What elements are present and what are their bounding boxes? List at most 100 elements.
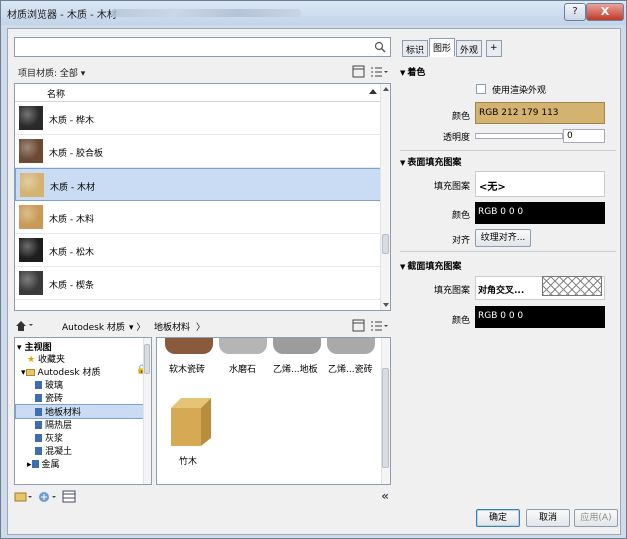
material-row[interactable]: 木质 - 木料 <box>15 201 381 234</box>
tree-item-label: 金属 <box>41 460 60 470</box>
panel-toggle-icon[interactable] <box>352 65 365 78</box>
open-library-icon[interactable] <box>14 490 36 503</box>
transparency-value: 0 <box>567 131 573 141</box>
tree-item-glass[interactable]: 玻璃 <box>35 378 63 391</box>
gallery-scrollbar-thumb[interactable] <box>382 368 389 468</box>
tile-vinyl-tile-swatch[interactable] <box>327 338 375 354</box>
surface-header-label: 表面填充图案 <box>407 158 462 168</box>
material-name: 木质 - 楔条 <box>49 281 94 291</box>
shading-section-header[interactable]: 着色 <box>400 65 425 78</box>
list-scrollbar[interactable] <box>380 84 390 310</box>
tree-item-label: 玻璃 <box>45 381 64 391</box>
material-row[interactable]: 木质 - 桦木 <box>15 102 381 135</box>
library-toolbar: « <box>14 489 391 505</box>
library-view-options-icon[interactable] <box>370 319 390 332</box>
surface-pattern-section-header[interactable]: 表面填充图案 <box>400 155 461 168</box>
material-thumbnail <box>19 139 43 163</box>
search-input[interactable] <box>14 37 391 57</box>
tree-item-insulation[interactable]: 隔热层 <box>35 418 72 431</box>
material-row[interactable]: 木质 - 楔条 <box>15 267 381 300</box>
category-icon <box>35 447 42 455</box>
material-thumbnail <box>19 106 43 130</box>
library-panel-toggle-icon[interactable] <box>352 319 365 332</box>
create-material-icon[interactable] <box>38 490 60 503</box>
tile-cork-swatch[interactable] <box>165 338 213 354</box>
collapse-panel-icon[interactable]: « <box>381 489 389 503</box>
breadcrumb-end-icon: 〉 <box>196 323 206 333</box>
material-row[interactable]: 木质 - 木材 <box>15 168 381 201</box>
library-tree: ▾ 主视图 ★ 收藏夹 ▾ Autodesk 材质 🔒 玻璃 瓷砖 地板材料 隔热层… <box>14 337 152 485</box>
material-thumbnail <box>19 271 43 295</box>
tab-graphics[interactable]: 图形 <box>429 38 456 57</box>
tree-item-label: 地板材料 <box>45 408 82 418</box>
cancel-button[interactable]: 取消 <box>526 509 570 527</box>
cut-color-swatch[interactable]: RGB 0 0 0 <box>475 306 605 328</box>
scrollbar-thumb[interactable] <box>382 234 389 254</box>
home-icon[interactable] <box>14 319 36 332</box>
tree-scrollbar[interactable] <box>143 338 151 484</box>
project-materials-filter[interactable]: 项目材质: 全部 ▾ <box>18 66 85 79</box>
material-thumbnail <box>19 205 43 229</box>
tree-item-label: 灰浆 <box>45 434 64 444</box>
tree-item-floor-materials[interactable]: 地板材料 <box>15 404 151 419</box>
project-materials-filter-bar: 项目材质: 全部 ▾ <box>14 63 391 81</box>
tile-label-vinyl-floor: 乙烯...地板 <box>273 365 318 375</box>
tile-terrazzo-swatch[interactable] <box>219 338 267 354</box>
shading-header-label: 着色 <box>407 68 426 78</box>
texture-alignment-button[interactable]: 纹理对齐... <box>475 229 531 247</box>
property-tabs: 标识 图形 外观 + <box>400 37 620 57</box>
surface-pattern-value: <无> <box>479 182 506 193</box>
tree-favorites[interactable]: ★ 收藏夹 <box>27 352 65 365</box>
window-title: 材质浏览器 - 木质 - 木材 <box>7 10 117 21</box>
ok-button[interactable]: 确定 <box>476 509 520 527</box>
surface-color-label: 颜色 <box>451 211 470 221</box>
tree-autodesk-materials[interactable]: ▾ Autodesk 材质 🔒 <box>21 365 149 378</box>
tree-item-tile[interactable]: 瓷砖 <box>35 391 63 404</box>
category-icon <box>35 381 42 389</box>
tree-item-concrete[interactable]: 混凝土 <box>35 444 72 457</box>
category-icon <box>35 421 42 429</box>
tab-appearance[interactable]: 外观 <box>456 40 483 57</box>
tree-item-metal[interactable]: ▸ 金属 <box>27 457 60 470</box>
sort-ascending-icon <box>369 89 377 94</box>
breadcrumb-autodesk-materials[interactable]: Autodesk 材质 <box>62 320 125 333</box>
tree-item-label: 隔热层 <box>45 421 73 431</box>
gallery-scrollbar[interactable] <box>381 338 390 484</box>
tile-vinyl-floor-swatch[interactable] <box>273 338 321 354</box>
help-button[interactable]: ? <box>564 3 586 21</box>
use-render-appearance-checkbox[interactable] <box>476 84 486 94</box>
tile-bamboo-swatch[interactable] <box>167 394 213 448</box>
view-options-icon[interactable] <box>370 65 390 78</box>
material-row[interactable]: 木质 - 松木 <box>15 234 381 267</box>
tree-item-label: 瓷砖 <box>45 394 64 404</box>
apply-button[interactable]: 应用(A) <box>574 509 618 527</box>
cut-header-label: 截面填充图案 <box>407 262 462 272</box>
search-icon[interactable] <box>374 41 386 53</box>
category-icon <box>31 460 39 468</box>
breadcrumb-floor-materials[interactable]: 地板材料 <box>154 320 190 333</box>
material-browser-window: 材质浏览器 - 木质 - 木材 ? X 项目材质: 全部 ▾ 名称 木质 - 桦… <box>0 0 627 539</box>
transparency-input[interactable]: 0 <box>563 129 605 143</box>
shading-color-swatch[interactable]: RGB 212 179 113 <box>475 102 605 124</box>
material-row[interactable]: 木质 - 胶合板 <box>15 135 381 168</box>
scroll-down-icon[interactable] <box>383 303 389 307</box>
dialog-client-area: 项目材质: 全部 ▾ 名称 木质 - 桦木 木质 - 胶合板 木质 - 木材 木质 -… <box>7 28 621 535</box>
scroll-up-icon[interactable] <box>383 87 389 91</box>
tree-favorites-label: 收藏夹 <box>37 355 65 365</box>
tree-item-mortar[interactable]: 灰浆 <box>35 431 63 444</box>
material-thumbnail <box>19 238 43 262</box>
add-tab-button[interactable]: + <box>486 40 502 57</box>
asset-browser-icon[interactable] <box>62 490 76 503</box>
title-bar: 材质浏览器 - 木质 - 木材 ? X <box>1 1 626 25</box>
column-name-header[interactable]: 名称 <box>47 87 65 100</box>
surface-pattern-field[interactable]: <无> <box>475 171 605 197</box>
tree-scrollbar-thumb[interactable] <box>144 344 150 374</box>
breadcrumb-separator-icon: ▾ 〉 <box>129 323 146 333</box>
transparency-slider[interactable] <box>475 133 563 139</box>
close-button[interactable]: X <box>586 3 624 21</box>
list-header[interactable]: 名称 <box>15 84 381 102</box>
cut-pattern-section-header[interactable]: 截面填充图案 <box>400 259 461 272</box>
surface-color-swatch[interactable]: RGB 0 0 0 <box>475 202 605 224</box>
tab-identity[interactable]: 标识 <box>402 40 429 57</box>
library-breadcrumb-bar: Autodesk 材质 ▾ 〉 地板材料 〉 <box>14 317 391 335</box>
